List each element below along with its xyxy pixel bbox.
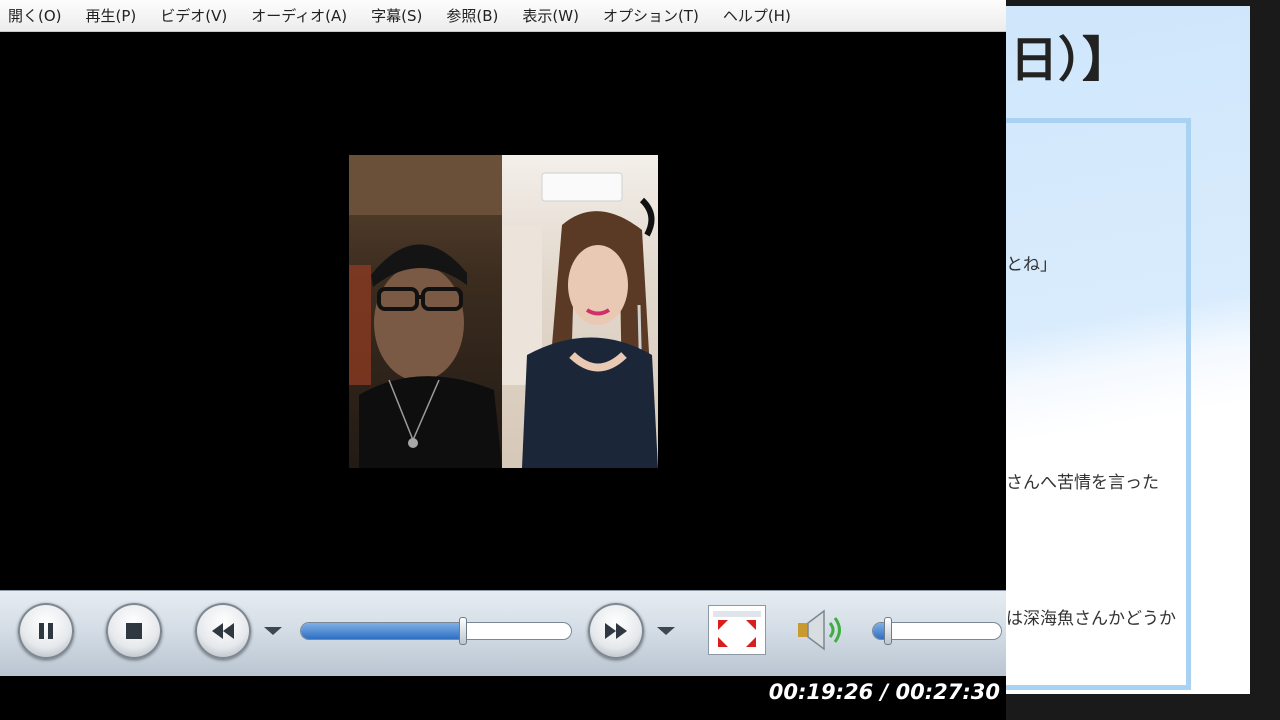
background-heading: 日）】 bbox=[1010, 32, 1131, 88]
playback-controls bbox=[0, 590, 1006, 677]
total-time: 00:27:30 bbox=[895, 680, 1000, 704]
rewind-button[interactable] bbox=[195, 603, 251, 659]
menu-bar: 開く(O) 再生(P) ビデオ(V) オーディオ(A) 字幕(S) 参照(B) … bbox=[0, 0, 1006, 32]
menu-audio[interactable]: オーディオ(A) bbox=[251, 5, 347, 26]
background-document: 日）】 とね」 さんへ苦情を言った は深海魚さんかどうか bbox=[1006, 6, 1250, 694]
time-separator: / bbox=[880, 680, 889, 704]
person-left-illustration bbox=[349, 155, 502, 468]
fullscreen-button[interactable] bbox=[708, 605, 766, 655]
fast-forward-dropdown-arrow[interactable] bbox=[657, 627, 675, 635]
time-bar: 00:19:26 / 00:27:30 bbox=[0, 676, 1006, 720]
background-text-line: とね」 bbox=[1006, 255, 1057, 275]
fullscreen-icon bbox=[713, 611, 761, 647]
menu-video[interactable]: ビデオ(V) bbox=[160, 5, 227, 26]
current-time: 00:19:26 bbox=[768, 680, 874, 704]
volume-slider-thumb[interactable] bbox=[883, 617, 892, 645]
stop-button[interactable] bbox=[106, 603, 162, 659]
person-right-illustration bbox=[502, 172, 658, 468]
rewind-dropdown-arrow[interactable] bbox=[264, 627, 282, 635]
rewind-icon bbox=[212, 623, 234, 639]
video-pane-left bbox=[349, 155, 502, 468]
menu-play[interactable]: 再生(P) bbox=[86, 5, 137, 26]
menu-subtitles[interactable]: 字幕(S) bbox=[371, 5, 422, 26]
seek-bar-fill bbox=[301, 623, 463, 639]
menu-options[interactable]: オプション(T) bbox=[603, 5, 699, 26]
seek-bar[interactable] bbox=[300, 622, 572, 640]
menu-view[interactable]: 表示(W) bbox=[522, 5, 579, 26]
pause-icon bbox=[39, 623, 53, 639]
fast-forward-button[interactable] bbox=[588, 603, 644, 659]
media-player-window: 開く(O) 再生(P) ビデオ(V) オーディオ(A) 字幕(S) 参照(B) … bbox=[0, 0, 1006, 720]
menu-open[interactable]: 開く(O) bbox=[8, 5, 62, 26]
background-text-line: は深海魚さんかどうか bbox=[1006, 609, 1176, 629]
background-window: 日）】 とね」 さんへ苦情を言った は深海魚さんかどうか bbox=[1006, 0, 1280, 720]
menu-help[interactable]: ヘルプ(H) bbox=[723, 5, 791, 26]
stop-icon bbox=[126, 623, 142, 639]
video-display[interactable] bbox=[0, 32, 1006, 590]
background-text-line: さんへ苦情を言った bbox=[1006, 473, 1159, 493]
video-frame bbox=[349, 155, 658, 468]
pause-button[interactable] bbox=[18, 603, 74, 659]
seek-bar-thumb[interactable] bbox=[459, 617, 468, 645]
fast-forward-icon bbox=[605, 623, 627, 639]
menu-browse[interactable]: 参照(B) bbox=[446, 5, 498, 26]
video-pane-right bbox=[502, 155, 658, 468]
time-display: 00:19:26 / 00:27:30 bbox=[769, 680, 1000, 704]
speaker-icon[interactable] bbox=[794, 605, 850, 655]
